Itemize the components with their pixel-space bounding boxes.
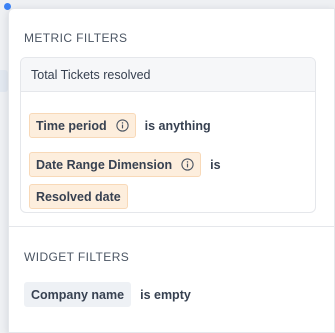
filter-chip-date-range-dimension[interactable]: Date Range Dimension	[29, 152, 202, 177]
filter-row-company-name: Company name is empty	[24, 282, 191, 307]
widget-filters-heading: WIDGET FILTERS	[24, 250, 130, 264]
filter-field-label: Company name	[31, 287, 125, 302]
metric-name: Total Tickets resolved	[31, 67, 151, 82]
filter-operator: is anything	[144, 118, 211, 133]
metric-filter-card: Total Tickets resolved Time period is an…	[20, 57, 316, 213]
filter-value-chip-resolved-date[interactable]: Resolved date	[29, 184, 128, 209]
info-icon[interactable]	[115, 119, 129, 132]
filter-chip-time-period[interactable]: Time period	[29, 113, 136, 138]
filter-field-label: Time period	[36, 118, 107, 133]
filter-chip-company-name[interactable]: Company name	[24, 282, 132, 307]
filter-row-date-range: Date Range Dimension is	[29, 152, 221, 177]
filter-field-label: Date Range Dimension	[36, 157, 173, 172]
section-divider	[9, 226, 335, 227]
filter-value-label: Resolved date	[36, 189, 121, 204]
filter-operator: is empty	[140, 287, 191, 302]
background-panel-edge	[0, 70, 8, 92]
filter-row-time-period: Time period is anything	[29, 113, 211, 138]
metric-name-header: Total Tickets resolved	[21, 58, 315, 92]
metric-filters-heading: METRIC FILTERS	[24, 31, 128, 45]
info-icon[interactable]	[181, 158, 194, 171]
filter-row-date-value: Resolved date	[29, 184, 128, 209]
filter-operator: is	[210, 157, 221, 172]
filters-popover: METRIC FILTERS Total Tickets resolved Ti…	[8, 8, 335, 333]
